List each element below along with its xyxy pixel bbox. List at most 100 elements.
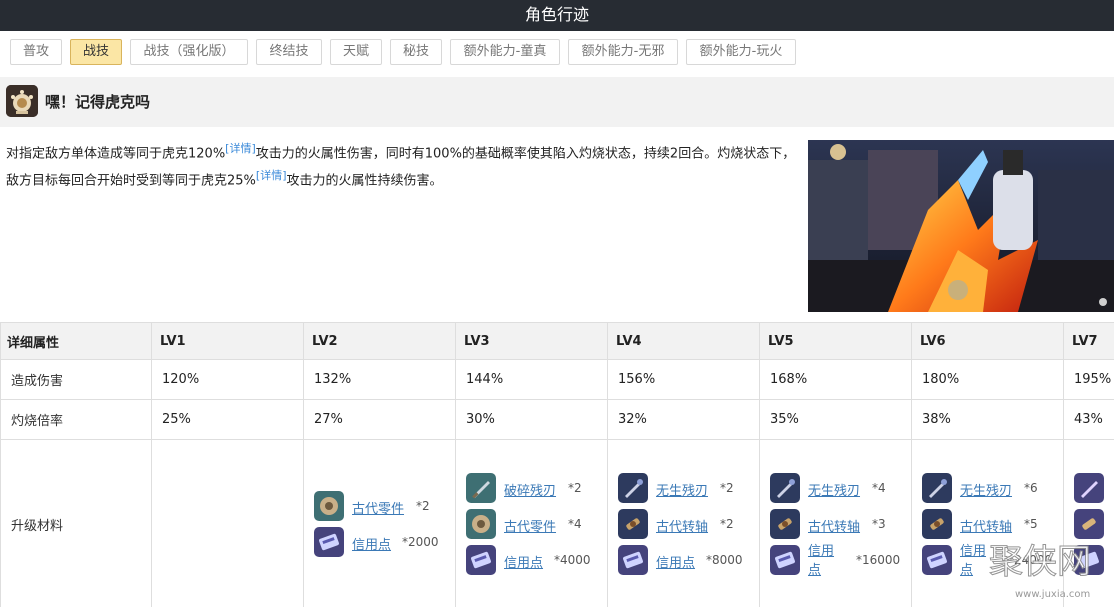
gear-part-icon[interactable] — [466, 508, 496, 539]
table-cell: 168% — [759, 359, 912, 400]
ancient-spindle-icon[interactable] — [618, 508, 648, 539]
material-quantity: *2 — [720, 480, 734, 495]
tab-talent[interactable]: 天赋 — [330, 39, 382, 65]
material-link[interactable]: 破碎残刃 — [504, 480, 556, 499]
watermark-logo: 聚侠网 www.juxia.com — [985, 533, 1110, 603]
tab-bonus-naivete[interactable]: 额外能力-无邪 — [568, 39, 678, 65]
skill-level-table: 详细属性 LV1 LV2 LV3 LV4 LV5 LV6 LV7 造成伤害 12… — [0, 322, 1114, 607]
skill-description: 对指定敌方单体造成等同于虎克120%[详情]攻击力的火属性伤害，同时有100%的… — [6, 138, 798, 193]
table-cell: 38% — [911, 399, 1064, 440]
column-header-level: LV4 — [607, 322, 760, 360]
table-cell: 156% — [607, 359, 760, 400]
column-header-level: LV7 — [1063, 322, 1114, 360]
ancient-spindle-icon[interactable] — [922, 508, 952, 539]
material-quantity: *4000 — [554, 552, 591, 567]
ancient-spindle-icon[interactable] — [770, 508, 800, 539]
broken-blade-icon[interactable] — [466, 472, 496, 503]
row-label-materials: 升级材料 — [0, 439, 152, 607]
material-quantity: *16000 — [856, 552, 901, 567]
material-quantity: *2 — [416, 498, 430, 513]
tab-technique[interactable]: 秘技 — [390, 39, 442, 65]
materials-cell — [151, 439, 304, 607]
detail-link[interactable]: [详情] — [225, 142, 256, 155]
material-link[interactable]: 信用点 — [808, 542, 838, 580]
table-row: 灼烧倍率 25% 27% 30% 32% 35% 38% 43% — [0, 399, 1114, 440]
material-quantity: *4 — [872, 480, 886, 495]
lifeless-blade-icon[interactable] — [770, 472, 800, 503]
material-link[interactable]: 古代转轴 — [808, 516, 860, 535]
material-quantity: *4 — [568, 516, 582, 531]
column-header-level: LV5 — [759, 322, 912, 360]
table-cell: 35% — [759, 399, 912, 440]
material-item: 古代转轴 *2 — [618, 508, 759, 541]
material-link[interactable]: 信用点 — [504, 552, 543, 571]
materials-cell: 破碎残刃 *2 古代零件 *4 信用点 *4000 — [455, 439, 608, 607]
table-row-materials: 升级材料 古代零件 *2 信用点 *2000 破碎残刃 *2 古代零件 *4 信… — [0, 439, 1114, 607]
material-item: 古代转轴 *3 — [770, 508, 911, 541]
skill-tab-bar: 普攻 战技 战技（强化版） 终结技 天赋 秘技 额外能力-童真 额外能力-无邪 … — [0, 31, 1114, 76]
table-header-row: 详细属性 LV1 LV2 LV3 LV4 LV5 LV6 LV7 — [0, 322, 1114, 360]
lifeless-blade-icon[interactable] — [922, 472, 952, 503]
credit-icon[interactable] — [618, 544, 648, 575]
tab-bonus-playing-with-fire[interactable]: 额外能力-玩火 — [686, 39, 796, 65]
table-cell: 27% — [303, 399, 456, 440]
table-cell: 120% — [151, 359, 304, 400]
material-item: 无生残刃 *2 — [618, 472, 759, 505]
tab-ultimate[interactable]: 终结技 — [256, 39, 322, 65]
material-quantity: *5 — [1024, 516, 1038, 531]
material-link[interactable]: 信用点 — [656, 552, 695, 571]
skill-header: 嘿！记得虎克吗 — [0, 77, 1114, 127]
skill-icon — [6, 85, 38, 117]
gear-part-icon[interactable] — [314, 490, 344, 521]
material-item: 古代零件 *4 — [466, 508, 607, 541]
table-cell: 32% — [607, 399, 760, 440]
material-item: 古代零件 *2 — [314, 490, 455, 523]
material-link[interactable]: 信用点 — [352, 534, 391, 553]
tab-basic-attack[interactable]: 普攻 — [10, 39, 62, 65]
table-cell: 132% — [303, 359, 456, 400]
materials-cell: 无生残刃 *4 古代转轴 *3 信用点 *16000 — [759, 439, 912, 607]
material-quantity: *3 — [872, 516, 886, 531]
material-quantity: *6 — [1024, 480, 1038, 495]
material-link[interactable]: 古代转轴 — [656, 516, 708, 535]
lifeless-blade-icon[interactable] — [618, 472, 648, 503]
material-link[interactable]: 古代零件 — [504, 516, 556, 535]
row-label-burn-ratio: 灼烧倍率 — [0, 399, 152, 440]
material-link[interactable]: 古代转轴 — [960, 516, 1012, 535]
description-text: 对指定敌方单体造成等同于虎克120% — [6, 146, 226, 162]
material-link[interactable]: 无生残刃 — [960, 480, 1012, 499]
material-item: 信用点 *4000 — [466, 544, 607, 577]
materials-cell: 古代零件 *2 信用点 *2000 — [303, 439, 456, 607]
material-quantity: *2 — [568, 480, 582, 495]
material-item: 无生残刃 *4 — [770, 472, 911, 505]
credit-icon[interactable] — [922, 544, 952, 575]
column-header-level: LV3 — [455, 322, 608, 360]
material-link[interactable]: 古代零件 — [352, 498, 404, 517]
detail-link[interactable]: [详情] — [256, 169, 287, 182]
table-cell: 144% — [455, 359, 608, 400]
credit-icon[interactable] — [314, 526, 344, 557]
material-item: 信用点 *2000 — [314, 526, 455, 559]
blade-icon[interactable] — [1074, 472, 1104, 503]
row-label-damage: 造成伤害 — [0, 359, 152, 400]
skill-name: 嘿！记得虎克吗 — [45, 93, 151, 111]
material-link[interactable]: 无生残刃 — [656, 480, 708, 499]
material-link[interactable]: 无生残刃 — [808, 480, 860, 499]
tab-bonus-innocence[interactable]: 额外能力-童真 — [450, 39, 560, 65]
column-header-level: LV2 — [303, 322, 456, 360]
table-cell: 180% — [911, 359, 1064, 400]
column-header-level: LV1 — [151, 322, 304, 360]
table-row: 造成伤害 120% 132% 144% 156% 168% 180% 195% — [0, 359, 1114, 400]
material-item — [1074, 472, 1114, 505]
tab-enhanced-skill[interactable]: 战技（强化版） — [130, 39, 248, 65]
material-item: 无生残刃 *6 — [922, 472, 1063, 505]
credit-icon[interactable] — [466, 544, 496, 575]
skill-preview-image — [808, 140, 1114, 312]
material-quantity: *8000 — [706, 552, 743, 567]
material-item: 破碎残刃 *2 — [466, 472, 607, 505]
column-header-level: LV6 — [911, 322, 1064, 360]
description-text: 攻击力的火属性持续伤害。 — [286, 173, 443, 189]
table-cell: 25% — [151, 399, 304, 440]
tab-skill[interactable]: 战技 — [70, 39, 122, 65]
credit-icon[interactable] — [770, 544, 800, 575]
